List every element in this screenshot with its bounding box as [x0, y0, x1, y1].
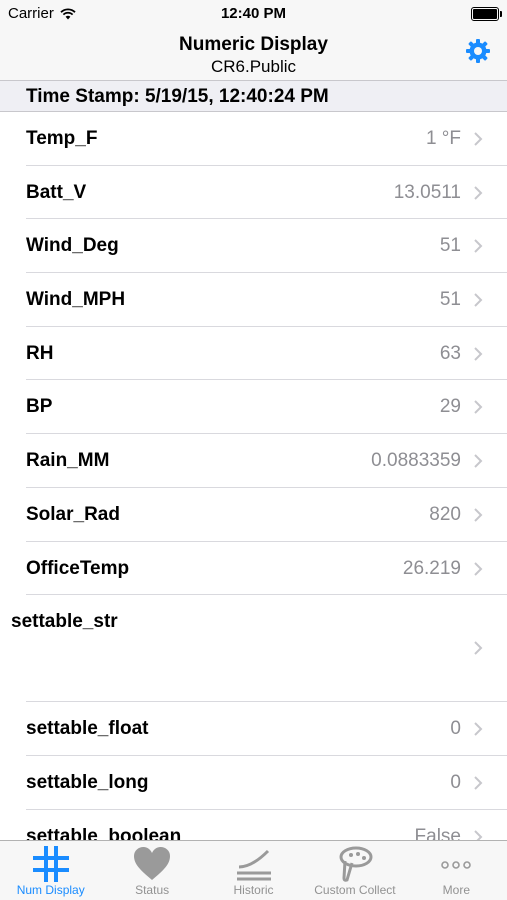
grid-icon	[32, 846, 69, 882]
row-label: settable_str	[11, 611, 118, 633]
gear-icon[interactable]	[465, 38, 491, 64]
row-value: 820	[429, 503, 461, 525]
status-time: 12:40 PM	[220, 5, 287, 22]
navigation-bar: Numeric Display CR6.Public	[0, 28, 507, 81]
row-value: 0	[450, 718, 461, 740]
list-item-temp-f[interactable]: Temp_F 1 °F	[0, 112, 507, 166]
battery-icon	[471, 7, 502, 21]
row-value: 51	[439, 289, 461, 311]
chevron-right-icon	[474, 454, 483, 468]
list-item-settable-str[interactable]: settable_str	[0, 595, 507, 703]
screen: Carrier 12:40 PM Numeric Display CR6.Pub…	[0, 0, 507, 900]
row-label: Wind_MPH	[26, 289, 126, 311]
row-label: settable_float	[26, 718, 149, 740]
list-item-solar-rad[interactable]: Solar_Rad 820	[0, 487, 507, 542]
tab-historic[interactable]: Historic	[203, 841, 304, 900]
row-value: 26.219	[402, 557, 461, 579]
chevron-right-icon	[474, 561, 483, 576]
tab-label: Historic	[233, 883, 274, 897]
historic-icon	[236, 849, 271, 881]
list-item-batt-v[interactable]: Batt_V 13.0511	[0, 165, 507, 220]
row-label: BP	[26, 396, 53, 418]
list-item-settable-long[interactable]: settable_long 0	[0, 755, 507, 810]
chevron-right-icon	[474, 185, 483, 200]
tab-label: Num Display	[16, 883, 85, 897]
list-item-office-temp[interactable]: OfficeTemp 26.219	[0, 541, 507, 596]
timestamp-header: Time Stamp: 5/19/15, 12:40:24 PM	[0, 81, 507, 112]
tab-num-display[interactable]: Num Display	[0, 841, 101, 900]
tab-label: Status	[135, 883, 170, 897]
row-label: Rain_MM	[26, 450, 110, 472]
list-item-bp[interactable]: BP 29	[0, 380, 507, 435]
row-label: Solar_Rad	[26, 503, 120, 525]
chevron-right-icon	[474, 239, 483, 254]
nav-title: Numeric Display	[179, 34, 328, 55]
timestamp-text: Time Stamp: 5/19/15, 12:40:24 PM	[26, 86, 329, 107]
row-label: RH	[26, 342, 54, 364]
row-label: Batt_V	[26, 181, 87, 203]
row-value: 29	[439, 396, 461, 418]
tab-label: More	[442, 883, 470, 897]
chevron-right-icon	[474, 722, 483, 736]
row-value: 1 °F	[425, 128, 461, 149]
chevron-right-icon	[474, 508, 483, 522]
chevron-right-icon	[474, 347, 483, 361]
row-value: False	[414, 825, 461, 840]
more-icon	[441, 861, 472, 869]
row-value: 63	[439, 342, 461, 364]
row-label: settable_boolean	[26, 825, 182, 840]
row-label: OfficeTemp	[26, 557, 130, 579]
nav-subtitle: CR6.Public	[210, 57, 297, 76]
list-item-settable-boolean[interactable]: settable_boolean False	[0, 809, 507, 840]
tab-more[interactable]: More	[406, 841, 507, 900]
list-item-rain-mm[interactable]: Rain_MM 0.0883359	[0, 434, 507, 488]
chevron-right-icon	[474, 641, 483, 655]
tab-status[interactable]: Status	[101, 841, 202, 900]
tab-label: Custom Collect	[314, 883, 396, 897]
value-list: Temp_F 1 °F Batt_V 13.0511 Wind_Deg 51 W…	[0, 112, 507, 840]
custom-collect-icon	[339, 846, 373, 882]
chevron-right-icon	[474, 776, 483, 790]
tab-custom-collect[interactable]: Custom Collect	[304, 841, 405, 900]
chevron-right-icon	[474, 132, 483, 146]
heart-icon	[134, 847, 171, 880]
list-item-rh[interactable]: RH 63	[0, 326, 507, 381]
chevron-right-icon	[474, 829, 483, 840]
row-value: 0.0883359	[371, 450, 461, 472]
chevron-right-icon	[474, 400, 483, 415]
status-bar: Carrier 12:40 PM	[0, 0, 507, 28]
tab-bar: Num Display Status Historic Custom Colle…	[0, 840, 507, 900]
row-label: Wind_Deg	[26, 235, 119, 257]
row-label: Temp_F	[26, 128, 98, 149]
list-item-wind-mph[interactable]: Wind_MPH 51	[0, 273, 507, 327]
list-item-settable-float[interactable]: settable_float 0	[0, 702, 507, 756]
row-label: settable_long	[26, 771, 149, 793]
list-item-wind-deg[interactable]: Wind_Deg 51	[0, 219, 507, 274]
row-value: 13.0511	[393, 181, 461, 203]
row-value: 0	[450, 771, 461, 793]
row-value: 51	[439, 235, 461, 257]
chevron-right-icon	[474, 293, 483, 307]
